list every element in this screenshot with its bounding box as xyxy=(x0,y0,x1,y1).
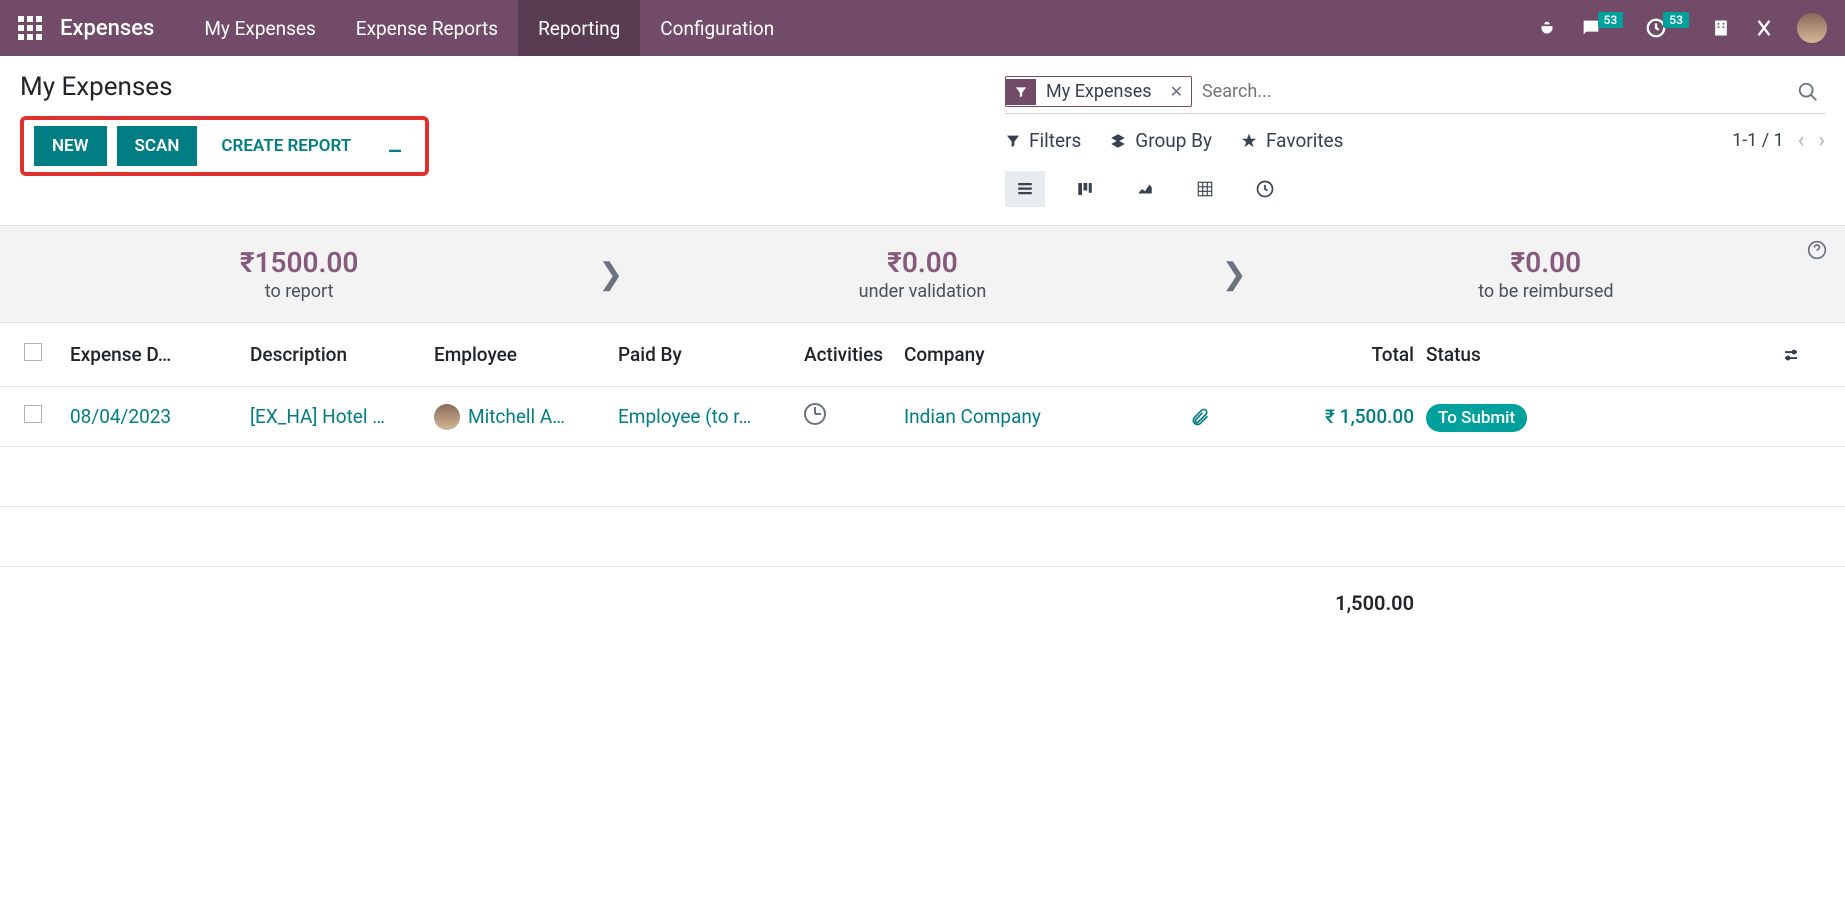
building-icon[interactable] xyxy=(1711,17,1731,39)
filters-label: Filters xyxy=(1029,129,1081,152)
pager-prev[interactable]: ‹ xyxy=(1798,128,1805,153)
select-all-checkbox[interactable] xyxy=(24,343,42,361)
nav-reporting[interactable]: Reporting xyxy=(518,0,640,56)
summary-under-validation[interactable]: ₹0.00 under validation xyxy=(663,246,1181,302)
chip-label: My Expenses xyxy=(1036,77,1162,106)
summary-label: to be reimbursed xyxy=(1287,281,1805,302)
summary-label: to report xyxy=(40,281,558,302)
col-header-company[interactable]: Company xyxy=(904,343,1190,366)
chat-icon[interactable]: 53 xyxy=(1580,17,1624,39)
summary-label: under validation xyxy=(663,281,1181,302)
tools-icon[interactable] xyxy=(1753,17,1775,39)
pager-next[interactable]: › xyxy=(1818,128,1825,153)
new-button[interactable]: NEW xyxy=(34,126,107,166)
row-checkbox[interactable] xyxy=(24,405,42,423)
funnel-icon xyxy=(1006,79,1036,105)
view-kanban[interactable] xyxy=(1065,171,1105,207)
nav-my-expenses[interactable]: My Expenses xyxy=(184,0,335,56)
cell-date: 08/04/2023 xyxy=(70,405,250,428)
user-avatar[interactable] xyxy=(1797,13,1827,43)
summary-amount: ₹0.00 xyxy=(663,246,1181,279)
app-title: Expenses xyxy=(60,16,184,41)
view-pivot[interactable] xyxy=(1185,171,1225,207)
search-filter-chip: My Expenses ✕ xyxy=(1005,76,1192,107)
status-badge: To Submit xyxy=(1426,404,1527,432)
action-button-group: NEW SCAN CREATE REPORT xyxy=(20,116,429,176)
footer-total: 1,500.00 xyxy=(1254,591,1414,615)
search-input[interactable] xyxy=(1192,77,1791,106)
col-header-date[interactable]: Expense D… xyxy=(70,343,250,366)
col-header-activities[interactable]: Activities xyxy=(804,343,904,366)
create-report-button[interactable]: CREATE REPORT xyxy=(207,126,365,166)
activity-clock-icon[interactable]: 53 xyxy=(1645,17,1689,39)
chevron-right-icon: ❯ xyxy=(558,257,663,292)
view-activity[interactable] xyxy=(1245,171,1285,207)
help-icon[interactable] xyxy=(1807,240,1827,260)
activity-badge: 53 xyxy=(1663,12,1689,28)
col-header-employee[interactable]: Employee xyxy=(434,343,618,366)
group-by-label: Group By xyxy=(1135,129,1212,152)
cell-description: [EX_HA] Hotel … xyxy=(250,405,434,428)
pager-text: 1-1 / 1 xyxy=(1732,130,1784,151)
chat-badge: 53 xyxy=(1598,12,1624,28)
cell-paid-by: Employee (to r… xyxy=(618,405,804,428)
apps-menu-icon[interactable] xyxy=(0,16,60,40)
summary-to-report[interactable]: ₹1500.00 to report xyxy=(40,246,558,302)
search-icon[interactable] xyxy=(1791,81,1825,103)
table-footer: 1,500.00 xyxy=(0,567,1845,639)
favorites-label: Favorites xyxy=(1266,129,1343,152)
summary-to-be-reimbursed[interactable]: ₹0.00 to be reimbursed xyxy=(1287,246,1805,302)
summary-amount: ₹0.00 xyxy=(1287,246,1805,279)
favorites-dropdown[interactable]: Favorites xyxy=(1240,129,1343,152)
bug-icon[interactable] xyxy=(1536,17,1558,39)
summary-amount: ₹1500.00 xyxy=(40,246,558,279)
view-graph[interactable] xyxy=(1125,171,1165,207)
download-icon[interactable] xyxy=(375,137,415,155)
col-header-description[interactable]: Description xyxy=(250,343,434,366)
cell-total: ₹ 1,500.00 xyxy=(1254,405,1414,428)
view-list[interactable] xyxy=(1005,171,1045,207)
page-title: My Expenses xyxy=(20,72,429,102)
filters-dropdown[interactable]: Filters xyxy=(1005,129,1081,152)
activity-clock-icon[interactable] xyxy=(804,403,826,425)
nav-configuration[interactable]: Configuration xyxy=(640,0,794,56)
column-settings-icon[interactable] xyxy=(1781,346,1821,364)
employee-avatar xyxy=(434,404,460,430)
table-row[interactable]: 08/04/2023 [EX_HA] Hotel … Mitchell A… E… xyxy=(0,387,1845,447)
nav-expense-reports[interactable]: Expense Reports xyxy=(336,0,518,56)
col-header-paid-by[interactable]: Paid By xyxy=(618,343,804,366)
attachment-icon[interactable] xyxy=(1190,407,1254,427)
blank-row xyxy=(0,447,1845,507)
chip-close-icon[interactable]: ✕ xyxy=(1162,82,1191,101)
cell-company: Indian Company xyxy=(904,405,1190,428)
cell-employee: Mitchell A… xyxy=(468,405,565,428)
col-header-status[interactable]: Status xyxy=(1414,343,1544,366)
group-by-dropdown[interactable]: Group By xyxy=(1109,129,1212,152)
scan-button[interactable]: SCAN xyxy=(117,126,198,166)
chevron-right-icon: ❯ xyxy=(1182,257,1287,292)
blank-row xyxy=(0,507,1845,567)
col-header-total[interactable]: Total xyxy=(1254,343,1414,366)
